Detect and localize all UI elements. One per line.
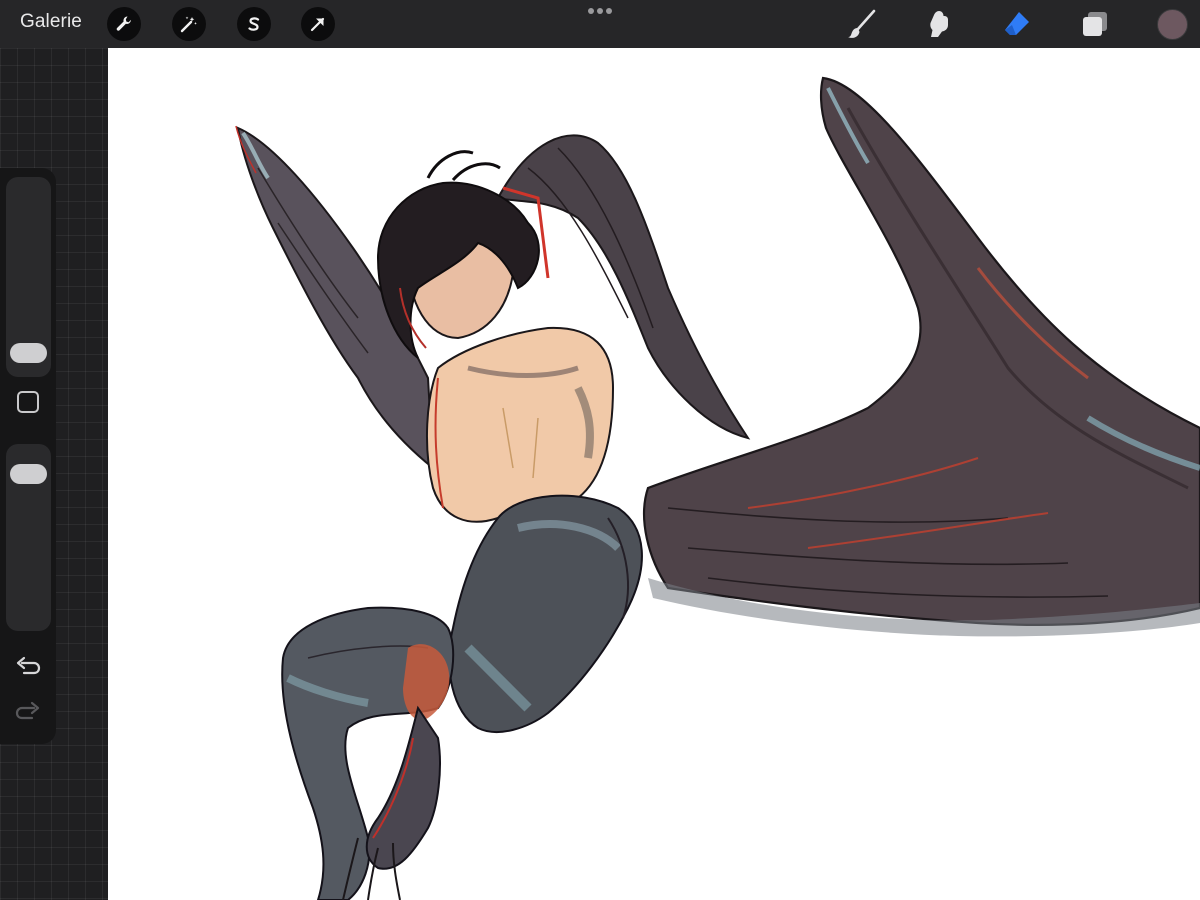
sidebar (0, 168, 56, 744)
color-picker-button[interactable] (1157, 9, 1188, 40)
transform-arrow-icon (310, 17, 325, 32)
gallery-button[interactable]: Galerie (20, 11, 82, 33)
selection-button[interactable] (237, 7, 271, 41)
eraser-tool[interactable] (998, 6, 1034, 42)
more-options-icon[interactable] (588, 8, 612, 16)
artwork-illustration (235, 76, 1200, 900)
brush-size-handle[interactable] (10, 342, 47, 363)
brush-size-slider[interactable] (6, 177, 51, 377)
brush-opacity-slider[interactable] (6, 444, 51, 631)
brush-tool[interactable] (844, 6, 880, 42)
undo-icon (16, 656, 41, 675)
top-toolbar: Galerie (0, 0, 1200, 48)
magic-wand-icon (180, 16, 197, 33)
adjustments-button[interactable] (172, 7, 206, 41)
wrench-icon (116, 16, 131, 31)
eraser-icon (1005, 12, 1029, 35)
drawing-canvas[interactable] (108, 48, 1200, 900)
smudge-tool[interactable] (921, 6, 957, 42)
undo-button[interactable] (14, 655, 42, 679)
redo-icon (15, 701, 40, 720)
transform-button[interactable] (301, 7, 335, 41)
layers-icon (1083, 12, 1107, 36)
selection-s-icon (248, 17, 260, 31)
redo-button[interactable] (14, 700, 42, 724)
layers-button[interactable] (1077, 6, 1113, 42)
brush-opacity-handle[interactable] (10, 463, 47, 484)
brush-icon (848, 9, 876, 38)
actions-button[interactable] (107, 7, 141, 41)
smudge-icon (930, 11, 948, 37)
modify-button[interactable] (17, 391, 39, 413)
